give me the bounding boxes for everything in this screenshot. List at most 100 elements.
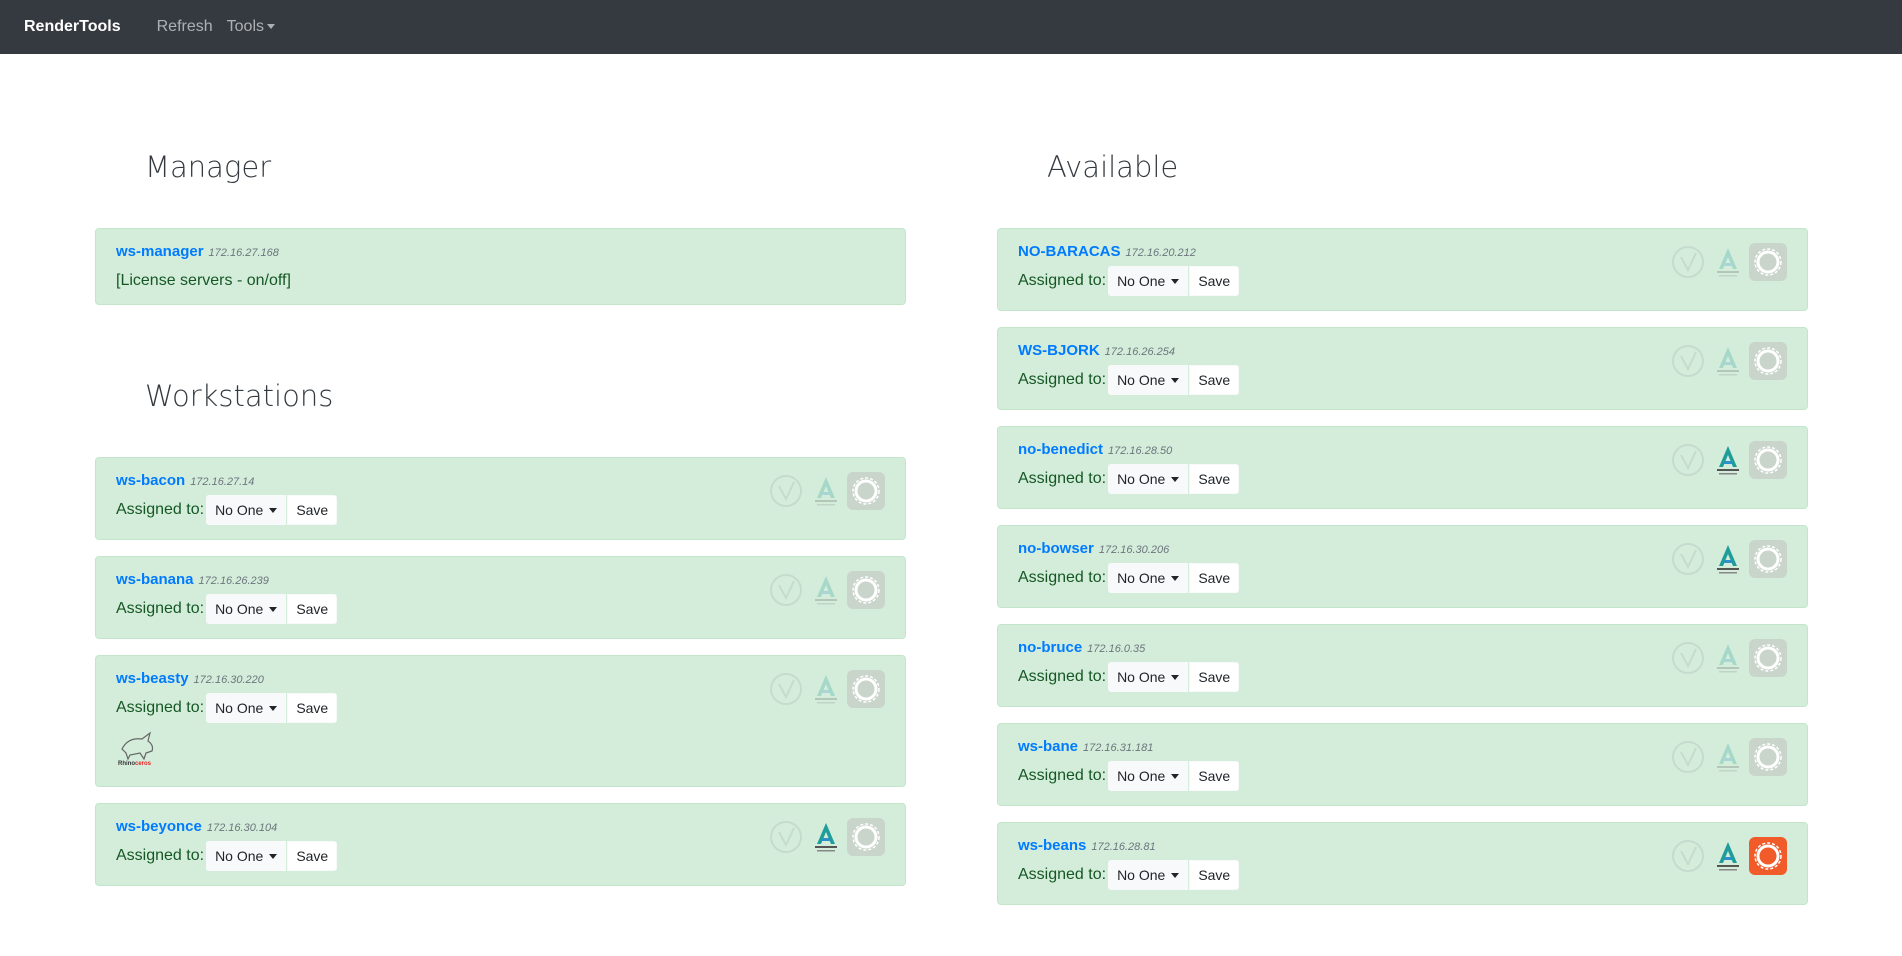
assigned-label: Assigned to: bbox=[116, 600, 205, 617]
assignee-value: No One bbox=[1117, 867, 1166, 883]
chevron-down-icon bbox=[1171, 773, 1180, 779]
assignee-dropdown[interactable]: No One bbox=[206, 594, 287, 624]
render-status-icons bbox=[1669, 738, 1787, 776]
save-button[interactable]: Save bbox=[1189, 563, 1240, 593]
save-button[interactable]: Save bbox=[1189, 662, 1240, 692]
autodesk-backburner-icon bbox=[807, 472, 845, 510]
corona-icon bbox=[1749, 837, 1787, 875]
assigned-label: Assigned to: bbox=[1018, 866, 1107, 883]
assigned-label: Assigned to: bbox=[1018, 569, 1107, 586]
render-status-icons bbox=[767, 571, 885, 609]
chevron-down-icon bbox=[269, 606, 278, 612]
ip-address: 172.16.26.239 bbox=[198, 575, 269, 587]
svg-text:Rhinoceros: Rhinoceros bbox=[118, 761, 152, 767]
assignee-dropdown[interactable]: No One bbox=[1108, 761, 1189, 791]
refresh-link[interactable]: Refresh bbox=[157, 18, 213, 36]
brand[interactable]: RenderTools bbox=[24, 18, 121, 36]
render-status-icons bbox=[1669, 540, 1787, 578]
workstations-title: Workstations bbox=[145, 379, 334, 413]
host-link[interactable]: ws-bane bbox=[1018, 738, 1078, 755]
assignee-value: No One bbox=[1117, 471, 1166, 487]
available-list: NO-BARACAS 172.16.20.212 Assigned to: No… bbox=[997, 228, 1808, 905]
autodesk-backburner-icon bbox=[1709, 342, 1747, 380]
assignee-dropdown[interactable]: No One bbox=[206, 693, 287, 723]
autodesk-backburner-icon bbox=[1709, 441, 1747, 479]
workstation-card: ws-beans 172.16.28.81 Assigned to: No On… bbox=[997, 822, 1808, 905]
autodesk-backburner-icon bbox=[1709, 639, 1747, 677]
assignee-value: No One bbox=[215, 601, 264, 617]
host-link[interactable]: WS-BJORK bbox=[1018, 342, 1100, 359]
ip-address: 172.16.0.35 bbox=[1087, 643, 1146, 655]
render-status-icons bbox=[1669, 639, 1787, 677]
corona-icon bbox=[847, 472, 885, 510]
vray-icon bbox=[1669, 639, 1707, 677]
save-button[interactable]: Save bbox=[1189, 266, 1240, 296]
ip-address: 172.16.26.254 bbox=[1104, 346, 1176, 358]
ip-address: 172.16.30.104 bbox=[206, 822, 278, 834]
vray-icon bbox=[1669, 243, 1707, 281]
chevron-down-icon bbox=[267, 24, 275, 30]
assignee-dropdown[interactable]: No One bbox=[206, 841, 287, 871]
assignee-value: No One bbox=[215, 502, 264, 518]
save-button[interactable]: Save bbox=[287, 495, 338, 525]
save-button[interactable]: Save bbox=[1189, 860, 1240, 890]
assignee-dropdown[interactable]: No One bbox=[1108, 266, 1189, 296]
autodesk-backburner-icon bbox=[1709, 738, 1747, 776]
chevron-down-icon bbox=[1171, 575, 1180, 581]
vray-icon bbox=[1669, 837, 1707, 875]
assigned-label: Assigned to: bbox=[1018, 272, 1107, 289]
corona-icon bbox=[1749, 639, 1787, 677]
manager-host-link[interactable]: ws-manager bbox=[116, 243, 204, 260]
save-button[interactable]: Save bbox=[287, 841, 338, 871]
corona-icon bbox=[847, 670, 885, 708]
host-link[interactable]: no-bruce bbox=[1018, 639, 1082, 656]
host-link[interactable]: ws-bacon bbox=[116, 472, 185, 489]
right-column: Available NO-BARACAS 172.16.20.212 Assig… bbox=[997, 54, 1808, 921]
ip-address: 172.16.30.206 bbox=[1098, 544, 1170, 556]
host-link[interactable]: ws-banana bbox=[116, 571, 194, 588]
assigned-label: Assigned to: bbox=[1018, 668, 1107, 685]
manager-title: Manager bbox=[145, 150, 272, 184]
save-button[interactable]: Save bbox=[287, 693, 338, 723]
host-link[interactable]: NO-BARACAS bbox=[1018, 243, 1121, 260]
autodesk-backburner-icon bbox=[807, 670, 845, 708]
workstations-list: ws-bacon 172.16.27.14 Assigned to: No On… bbox=[95, 457, 906, 886]
save-button[interactable]: Save bbox=[1189, 761, 1240, 791]
corona-icon bbox=[847, 571, 885, 609]
vray-icon bbox=[1669, 540, 1707, 578]
chevron-down-icon bbox=[269, 705, 278, 711]
assignee-dropdown[interactable]: No One bbox=[206, 495, 287, 525]
ip-address: 172.16.28.50 bbox=[1108, 445, 1173, 457]
save-button[interactable]: Save bbox=[1189, 365, 1240, 395]
assignee-value: No One bbox=[215, 848, 264, 864]
vray-icon bbox=[767, 818, 805, 856]
autodesk-backburner-icon bbox=[1709, 243, 1747, 281]
tools-dropdown[interactable]: Tools bbox=[227, 18, 275, 36]
available-title: Available bbox=[1047, 150, 1179, 184]
save-button[interactable]: Save bbox=[1189, 464, 1240, 494]
host-link[interactable]: ws-beasty bbox=[116, 670, 189, 687]
ip-address: 172.16.28.81 bbox=[1091, 841, 1156, 853]
host-link[interactable]: ws-beyonce bbox=[116, 818, 202, 835]
chevron-down-icon bbox=[269, 853, 278, 859]
assigned-label: Assigned to: bbox=[116, 501, 205, 518]
workstation-card: ws-beasty 172.16.30.220 Assigned to: No … bbox=[95, 655, 906, 787]
assignee-dropdown[interactable]: No One bbox=[1108, 365, 1189, 395]
assignee-dropdown[interactable]: No One bbox=[1108, 464, 1189, 494]
corona-icon bbox=[1749, 540, 1787, 578]
vray-icon bbox=[1669, 342, 1707, 380]
workstation-card: no-bowser 172.16.30.206 Assigned to: No … bbox=[997, 525, 1808, 608]
workstation-card: no-bruce 172.16.0.35 Assigned to: No One… bbox=[997, 624, 1808, 707]
assignee-dropdown[interactable]: No One bbox=[1108, 563, 1189, 593]
assignee-dropdown[interactable]: No One bbox=[1108, 662, 1189, 692]
workstation-card: WS-BJORK 172.16.26.254 Assigned to: No O… bbox=[997, 327, 1808, 410]
assignee-dropdown[interactable]: No One bbox=[1108, 860, 1189, 890]
host-link[interactable]: no-benedict bbox=[1018, 441, 1103, 458]
render-status-icons bbox=[767, 670, 885, 708]
host-link[interactable]: no-bowser bbox=[1018, 540, 1094, 557]
host-link[interactable]: ws-beans bbox=[1018, 837, 1086, 854]
assigned-label: Assigned to: bbox=[1018, 470, 1107, 487]
vray-icon bbox=[767, 670, 805, 708]
render-status-icons bbox=[767, 818, 885, 856]
save-button[interactable]: Save bbox=[287, 594, 338, 624]
